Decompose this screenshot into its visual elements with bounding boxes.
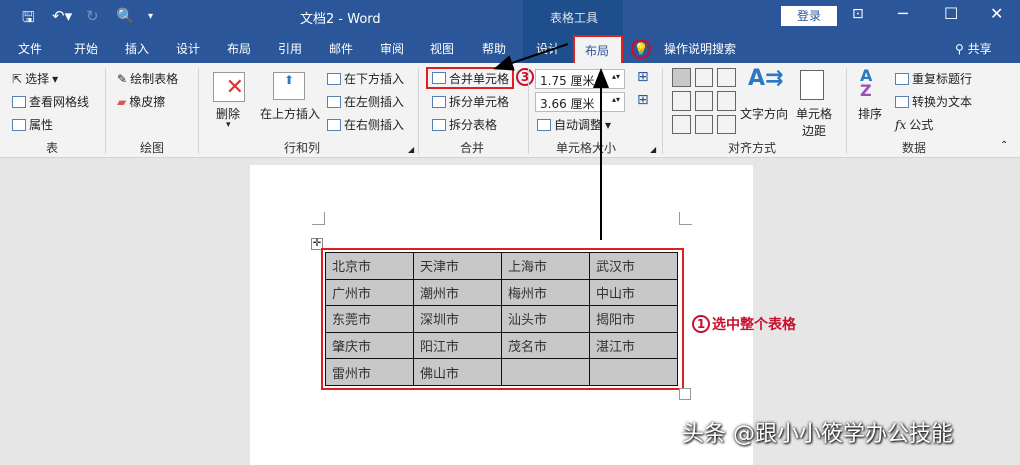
annotation-arrows [493,43,609,240]
watermark: 头条 @跟小小筱学办公技能 [682,422,953,447]
arrow-to-merge [493,43,569,71]
